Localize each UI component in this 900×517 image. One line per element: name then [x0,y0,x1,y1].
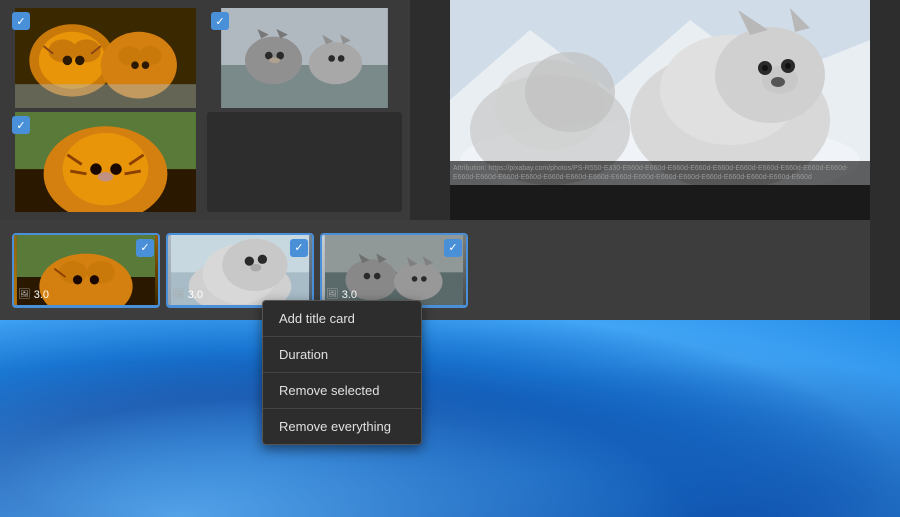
tiger-single-image [8,112,203,212]
timeline-wolf-duration: 🖼 3.0 [172,289,203,301]
wallpaper-background [0,297,900,517]
media-panel: ✓ [0,0,410,220]
context-menu-remove-everything[interactable]: Remove everything [263,409,421,444]
snow-cats-image [207,8,402,108]
video-content: Attribution: https://pixabay.com/photos/… [450,0,870,185]
context-menu: Add title card Duration Remove selected … [262,300,422,445]
context-menu-add-title-card[interactable]: Add title card [263,301,421,336]
context-menu-duration[interactable]: Duration [263,337,421,372]
context-menu-remove-selected[interactable]: Remove selected [263,373,421,408]
image-icon-2: 🖼 [172,289,185,300]
app-window: ✓ [0,0,900,320]
timeline-item-tiger[interactable]: ✓ 🖼 3.0 [12,233,160,308]
timeline-item-cats[interactable]: ✓ 🖼 3.0 [320,233,468,308]
tiger-cubs-image [8,8,203,108]
video-caption: Attribution: https://pixabay.com/photos/… [450,161,870,185]
timeline-cats-duration: 🖼 3.0 [326,289,357,301]
thumbnail-tiger-single-check: ✓ [12,116,30,134]
image-icon-3: 🖼 [326,289,339,300]
thumbnail-tiger-cubs-check: ✓ [12,12,30,30]
thumbnail-tiger-single[interactable]: ✓ [8,112,203,212]
thumbnail-snow-cats[interactable]: ✓ [207,8,402,108]
timeline-panel: ✓ 🖼 3.0 ✓ 🖼 3.0 [0,220,870,320]
thumbnail-empty [207,112,402,212]
timeline-item-wolf[interactable]: ✓ 🖼 3.0 [166,233,314,308]
timeline-cats-check: ✓ [444,239,462,257]
timeline-tiger-check: ✓ [136,239,154,257]
video-wolf-display [450,0,870,185]
video-panel: Attribution: https://pixabay.com/photos/… [450,0,870,220]
timeline-wolf-check: ✓ [290,239,308,257]
timeline-tiger-duration: 🖼 3.0 [18,289,49,301]
thumbnail-snow-cats-check: ✓ [211,12,229,30]
image-icon: 🖼 [18,289,31,300]
thumbnail-tiger-cubs[interactable]: ✓ [8,8,203,108]
video-wolf-svg [450,0,870,185]
wallpaper-swirl [0,297,900,517]
